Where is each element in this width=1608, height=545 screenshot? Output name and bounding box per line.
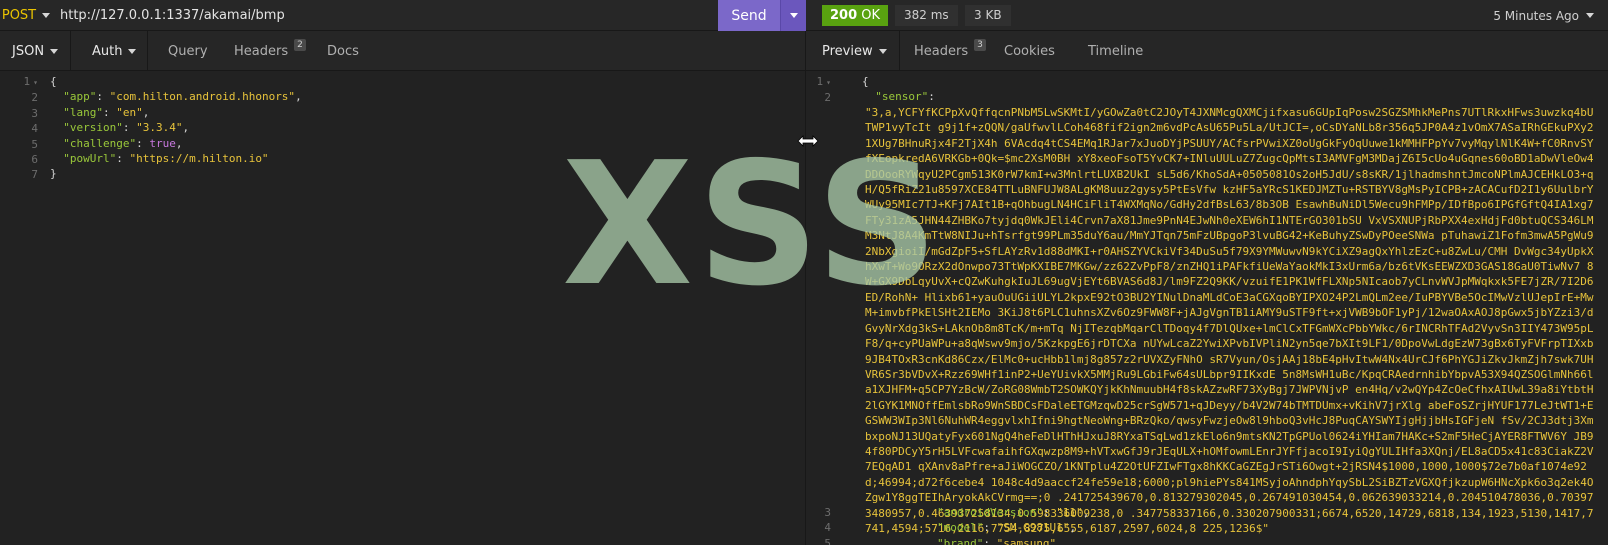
status-code: 200 [830, 8, 858, 23]
sensor-key: "sensor" [875, 90, 929, 104]
tab-timeline[interactable]: Timeline [1088, 31, 1143, 71]
pane-divider[interactable] [805, 31, 806, 545]
field-challenge-value: true [149, 136, 176, 150]
response-json-open: { "sensor": [862, 75, 935, 104]
field-lang-value: "en" [116, 105, 143, 119]
method-select[interactable]: POST [0, 0, 52, 31]
field-version-value: "3.3.4" [136, 121, 183, 135]
status-text: OK [861, 8, 881, 23]
chevron-down-icon [50, 48, 59, 54]
field-app-value: "com.hilton.android.hhonors" [109, 90, 296, 104]
send-button[interactable]: Send [718, 0, 780, 31]
tab-cookies[interactable]: Cookies [1004, 31, 1055, 71]
tab-docs[interactable]: Docs [327, 31, 359, 71]
response-size: 3 KB [965, 5, 1011, 26]
response-json-tail: 3 "androidVersion": "11", 4 "model": "SM… [824, 506, 1090, 545]
tab-auth[interactable]: Auth [92, 31, 137, 71]
request-tabs: JSON Auth Query Headers 2 Docs [0, 31, 805, 71]
chevron-down-icon [878, 48, 887, 54]
tab-divider [147, 31, 148, 71]
chevron-down-icon [1586, 13, 1594, 18]
response-time: 382 ms [895, 5, 958, 26]
resize-cursor-icon [797, 135, 819, 147]
request-json: { "app": "com.hilton.android.hhonors", "… [50, 75, 302, 181]
tab-preview[interactable]: Preview [822, 31, 887, 71]
url-input[interactable]: http://127.0.0.1:1337/akamai/bmp [60, 0, 285, 31]
tab-divider [899, 31, 900, 71]
tab-divider [70, 31, 71, 71]
chevron-down-icon [128, 48, 137, 54]
tab-body-json[interactable]: JSON [12, 31, 59, 71]
tab-response-headers[interactable]: Headers 3 [914, 31, 986, 71]
response-line-numbers: 1 ▾ 2 [816, 75, 831, 105]
tab-headers[interactable]: Headers 2 [234, 31, 306, 71]
method-label: POST [1, 8, 37, 23]
status-badge: 200 OK [822, 5, 889, 26]
response-headers-count-badge: 3 [974, 39, 986, 51]
line-numbers: 1 ▾ 2 3 4 5 6 7 [23, 75, 38, 182]
response-history-select[interactable]: 5 Minutes Ago [1493, 0, 1594, 31]
sensor-value: "3,a,YCFYfKCPpXvQffqcnPNbM5LwSKMtI/yGOwZ… [865, 106, 1594, 535]
send-options-button[interactable] [780, 0, 806, 31]
response-tabs: Preview Headers 3 Cookies Timeline [806, 31, 1608, 71]
field-powurl-value: "https://m.hilton.io" [129, 152, 269, 166]
headers-count-badge: 2 [294, 39, 306, 51]
chevron-down-icon [42, 13, 51, 18]
chevron-down-icon [789, 13, 798, 18]
tab-query[interactable]: Query [168, 31, 208, 71]
response-ago: 5 Minutes Ago [1493, 8, 1579, 23]
top-bar: POST http://127.0.0.1:1337/akamai/bmp Se… [0, 0, 1608, 31]
